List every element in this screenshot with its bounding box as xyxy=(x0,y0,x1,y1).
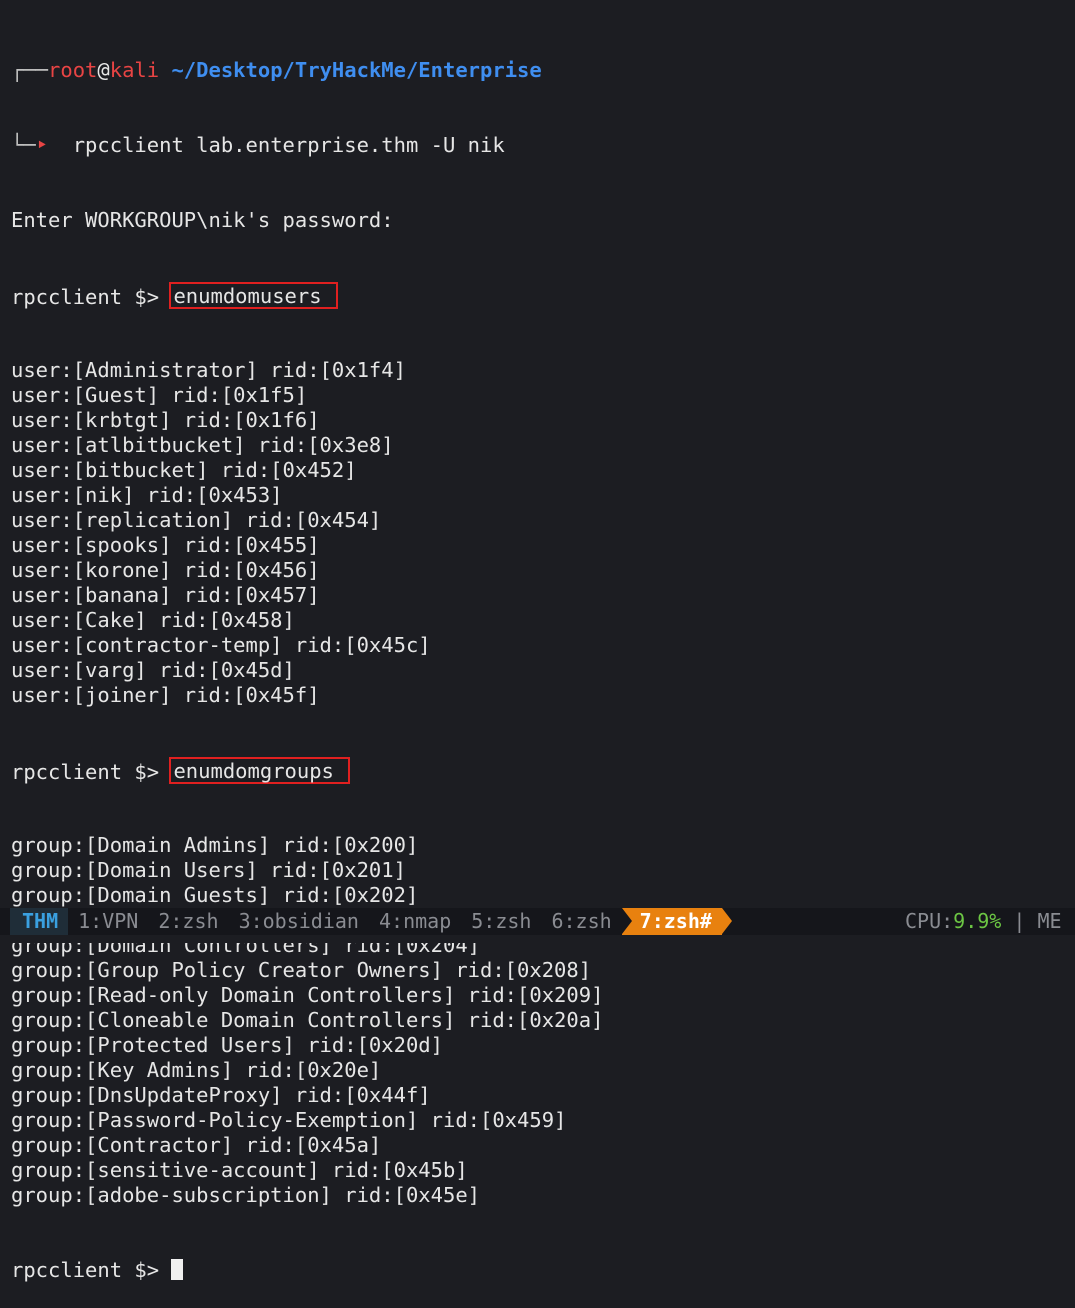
user-entry: user:[Cake] rid:[0x458] xyxy=(11,608,295,632)
group-entry: group:[adobe-subscription] rid:[0x45e] xyxy=(11,1183,480,1207)
user-entry: user:[Guest] rid:[0x1f5] xyxy=(11,383,308,407)
prompt-branch-top: ┌── xyxy=(11,58,49,82)
user-entry: user:[atlbitbucket] rid:[0x3e8] xyxy=(11,433,394,457)
user-entry: user:[bitbucket] rid:[0x452] xyxy=(11,458,357,482)
group-entry: group:[Domain Admins] rid:[0x200] xyxy=(11,833,419,857)
window-tab[interactable]: 4:nmap xyxy=(369,908,461,935)
user-entry: user:[contractor-temp] rid:[0x45c] xyxy=(11,633,431,657)
group-entry: group:[Cloneable Domain Controllers] rid… xyxy=(11,1008,604,1032)
prompt-command: rpcclient lab.enterprise.thm -U nik xyxy=(72,133,505,157)
user-entry: user:[varg] rid:[0x45d] xyxy=(11,658,295,682)
prompt-arrow-icon: ‣ xyxy=(35,133,49,157)
prompt-at: @ xyxy=(97,58,110,82)
user-entry: user:[banana] rid:[0x457] xyxy=(11,583,320,607)
group-entry: group:[Domain Guests] rid:[0x202] xyxy=(11,883,419,907)
group-entry: group:[Domain Users] rid:[0x201] xyxy=(11,858,406,882)
command-text: enumdomgroups xyxy=(173,759,334,783)
group-entry: group:[Read-only Domain Controllers] rid… xyxy=(11,983,604,1007)
rpc-command-line-1: rpcclient $> enumdomusers xyxy=(11,282,1075,309)
status-separator: | xyxy=(1013,909,1026,933)
user-entry: user:[joiner] rid:[0x45f] xyxy=(11,683,320,707)
highlighted-command-enumdomgroups: enumdomgroups xyxy=(169,757,351,784)
users-list: user:[Administrator] rid:[0x1f4] user:[Gu… xyxy=(11,358,1075,708)
password-line: Enter WORKGROUP\nik's password: xyxy=(11,208,394,232)
prompt-cwd: ~/Desktop/TryHackMe/Enterprise xyxy=(171,58,542,82)
user-entry: user:[replication] rid:[0x454] xyxy=(11,508,382,532)
highlighted-command-enumdomusers: enumdomusers xyxy=(169,282,338,309)
terminal-output[interactable]: ┌──root@kali ~/Desktop/TryHackMe/Enterpr… xyxy=(11,8,1075,1308)
group-entry: group:[Key Admins] rid:[0x20e] xyxy=(11,1058,382,1082)
window-tab[interactable]: 6:zsh xyxy=(541,908,621,935)
rpc-prompt: rpcclient $> xyxy=(11,760,160,784)
groups-list: group:[Domain Admins] rid:[0x200] group:[… xyxy=(11,833,1075,1208)
user-entry: user:[krbtgt] rid:[0x1f6] xyxy=(11,408,320,432)
group-entry: group:[Password-Policy-Exemption] rid:[0… xyxy=(11,1108,567,1132)
command-text: enumdomusers xyxy=(173,284,322,308)
window-tabs: 1:VPN 2:zsh 3:obsidian 4:nmap 5:zsh 6:zsh xyxy=(68,909,622,933)
group-entry: group:[Contractor] rid:[0x45a] xyxy=(11,1133,382,1157)
tmux-status-bar: THM 1:VPN 2:zsh 3:obsidian 4:nmap 5:zsh 6:zsh 7… xyxy=(0,908,1075,935)
user-entry: user:[Administrator] rid:[0x1f4] xyxy=(11,358,406,382)
group-entry: group:[Protected Users] rid:[0x20d] xyxy=(11,1033,443,1057)
rpc-prompt: rpcclient $> xyxy=(11,285,160,309)
session-name[interactable]: THM xyxy=(10,908,69,935)
window-tab[interactable]: 3:obsidian xyxy=(229,908,369,935)
rpc-command-line-2: rpcclient $> enumdomgroups xyxy=(11,757,1075,784)
group-entry: group:[Group Policy Creator Owners] rid:… xyxy=(11,958,592,982)
user-entry: user:[spooks] rid:[0x455] xyxy=(11,533,320,557)
window-tab-active[interactable]: 7:zsh# xyxy=(621,908,733,935)
window-tab[interactable]: 2:zsh xyxy=(148,908,228,935)
window-tab[interactable]: 5:zsh xyxy=(461,908,541,935)
user-entry: user:[korone] rid:[0x456] xyxy=(11,558,320,582)
window-tab[interactable]: 1:VPN xyxy=(68,908,148,935)
prompt-command-line: └─‣ rpcclient lab.enterprise.thm -U nik xyxy=(11,133,1075,158)
user-entry: user:[nik] rid:[0x453] xyxy=(11,483,283,507)
cpu-value: 9.9% xyxy=(953,909,1002,933)
prompt-branch-bottom: └─ xyxy=(11,133,36,157)
cpu-label: CPU: xyxy=(905,909,954,933)
prompt-user: root xyxy=(48,58,98,82)
prompt-header: ┌──root@kali ~/Desktop/TryHackMe/Enterpr… xyxy=(11,58,1075,83)
rpc-input-line[interactable]: rpcclient $> xyxy=(11,1258,1075,1283)
prompt-host: kali xyxy=(109,58,160,82)
group-entry: group:[DnsUpdateProxy] rid:[0x44f] xyxy=(11,1083,431,1107)
group-entry: group:[sensitive-account] rid:[0x45b] xyxy=(11,1158,468,1182)
status-right: CPU:9.9% | ME xyxy=(905,908,1062,935)
mem-label: ME xyxy=(1037,909,1062,933)
bottom-strip xyxy=(0,935,1075,943)
rpc-prompt: rpcclient $> xyxy=(11,1258,160,1282)
text-cursor xyxy=(171,1259,184,1280)
